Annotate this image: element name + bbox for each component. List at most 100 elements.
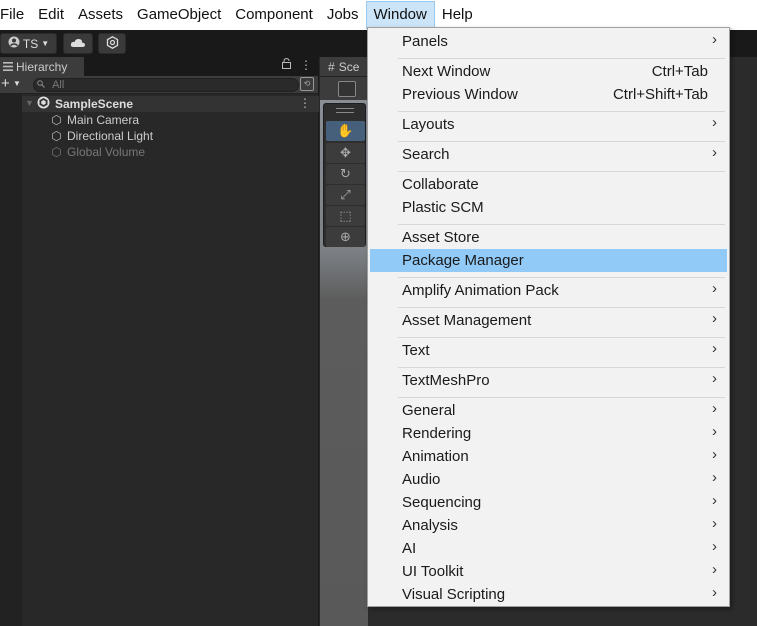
overlay-grip[interactable] [336,108,354,113]
menu-item-shortcut: Ctrl+Tab [651,63,708,80]
menu-item-label: TextMeshPro [402,372,490,389]
menu-item-animation[interactable]: Animation › [370,445,727,468]
menu-item-label: Visual Scripting [402,586,506,603]
chevron-right-icon: › [712,114,717,131]
draw-mode-icon[interactable] [338,81,356,97]
menu-window[interactable]: Window [365,1,435,29]
menu-item-next-window[interactable]: Next Window Ctrl+Tab [370,60,727,83]
search-placeholder: All [52,79,65,91]
lock-icon[interactable] [282,58,291,72]
chevron-right-icon: › [712,370,717,387]
kebab-menu-icon[interactable]: ⋮ [300,58,312,72]
menu-item-amplify-animation-pack[interactable]: Amplify Animation Pack › [370,279,727,302]
unity-scene-icon [37,96,50,112]
menu-item-previous-window[interactable]: Previous Window Ctrl+Shift+Tab [370,83,727,106]
transform-tool-icon[interactable]: ⊕ [326,227,365,247]
tab-actions: ⋮ [282,58,312,72]
menu-separator [398,277,725,278]
menu-item-ui-toolkit[interactable]: UI Toolkit › [370,560,727,583]
rect-tool-icon[interactable]: ⬚ [326,206,365,226]
hierarchy-item[interactable]: ⬡ Directional Light [50,128,153,144]
menu-item-label: Analysis [402,517,458,534]
window-menu: Panels › Next Window Ctrl+Tab Previous W… [367,27,730,607]
add-object-button[interactable]: + [1,75,10,92]
cloud-button[interactable] [63,33,93,54]
menu-item-sequencing[interactable]: Sequencing › [370,491,727,514]
menu-item-collaborate[interactable]: Collaborate [370,173,727,196]
hierarchy-panel: Hierarchy ⋮ + ▼ All ⟲ ▼ SampleScene ⋮ ⬡ … [0,57,319,626]
menu-item-audio[interactable]: Audio › [370,468,727,491]
menu-item-asset-management[interactable]: Asset Management › [370,309,727,332]
hierarchy-gutter [0,94,22,626]
menu-edit[interactable]: Edit [31,1,71,29]
scene-row[interactable]: ▼ SampleScene ⋮ [22,96,319,112]
rotate-tool-icon[interactable]: ↻ [326,164,365,184]
menu-item-analysis[interactable]: Analysis › [370,514,727,537]
menu-item-shortcut: Ctrl+Shift+Tab [612,86,708,103]
expand-arrow-icon[interactable]: ▼ [25,98,34,108]
move-tool-icon[interactable]: ✥ [326,143,365,163]
chevron-right-icon: › [712,280,717,297]
menu-item-plastic-scm[interactable]: Plastic SCM [370,196,727,219]
menu-item-ai[interactable]: AI › [370,537,727,560]
scene-name: SampleScene [55,97,134,111]
menu-item-label: Previous Window [402,86,518,103]
chevron-right-icon: › [712,423,717,440]
menu-item-package-manager[interactable]: Package Manager [370,249,727,272]
menu-item-label: Search [402,146,450,163]
scene-tools-overlay: ✋ ✥ ↻ ⤢ ⬚ ⊕ [323,103,366,247]
menu-item-asset-store[interactable]: Asset Store [370,226,727,249]
menu-jobs[interactable]: Jobs [320,1,366,29]
menu-item-textmeshpro[interactable]: TextMeshPro › [370,369,727,392]
menu-item-label: Rendering [402,425,472,442]
scale-tool-icon[interactable]: ⤢ [326,185,365,205]
account-label: TS [22,36,39,51]
menu-item-search[interactable]: Search › [370,143,727,166]
search-icon [37,79,48,91]
menu-help[interactable]: Help [435,1,480,29]
chevron-right-icon: › [712,469,717,486]
tab-hierarchy[interactable]: Hierarchy [0,57,85,76]
menu-item-general[interactable]: General › [370,399,727,422]
collab-button[interactable] [98,33,126,54]
menu-item-label: Audio [402,471,441,488]
menu-gameobject[interactable]: GameObject [130,1,228,29]
tab-label: Hierarchy [16,59,68,74]
hierarchy-item[interactable]: ⬡ Main Camera [50,112,139,128]
account-dropdown[interactable]: TS ▼ [0,33,57,54]
chevron-right-icon: › [712,310,717,327]
chevron-right-icon: › [712,561,717,578]
gameobject-cube-icon: ⬡ [51,113,62,127]
chevron-down-icon: ▼ [41,39,50,48]
menu-item-visual-scripting[interactable]: Visual Scripting › [370,583,727,606]
grid-icon: # [328,59,335,74]
menu-item-label: Sequencing [402,494,482,511]
menu-item-text[interactable]: Text › [370,339,727,362]
hand-tool-icon[interactable]: ✋ [326,121,365,141]
menu-item-layouts[interactable]: Layouts › [370,113,727,136]
scene-view-toolbar [320,76,368,100]
user-circle-icon [8,36,20,51]
chevron-right-icon: › [712,144,717,161]
tab-scene[interactable]: # Sce [320,57,368,76]
search-filter-icon[interactable]: ⟲ [300,77,314,91]
gameobject-cube-icon: ⬡ [51,129,62,143]
menu-item-panels[interactable]: Panels › [370,30,727,53]
hierarchy-item[interactable]: ⬡ Global Volume [50,144,145,160]
menu-separator [398,141,725,142]
menu-item-label: AI [402,540,417,557]
chevron-right-icon: › [712,400,717,417]
kebab-menu-icon[interactable]: ⋮ [299,96,311,110]
menu-separator [398,367,725,368]
menu-file[interactable]: File [0,1,31,29]
menu-component[interactable]: Component [228,1,320,29]
menu-item-label: Amplify Animation Pack [402,282,559,299]
menu-item-rendering[interactable]: Rendering › [370,422,727,445]
menu-item-label: Plastic SCM [402,199,484,216]
menu-assets[interactable]: Assets [71,1,130,29]
chevron-right-icon: › [712,584,717,601]
hierarchy-search-row: + ▼ All ⟲ [0,75,318,94]
menu-item-label: Layouts [402,116,455,133]
menu-item-label: General [402,402,456,419]
hierarchy-search-input[interactable]: All [33,78,299,92]
